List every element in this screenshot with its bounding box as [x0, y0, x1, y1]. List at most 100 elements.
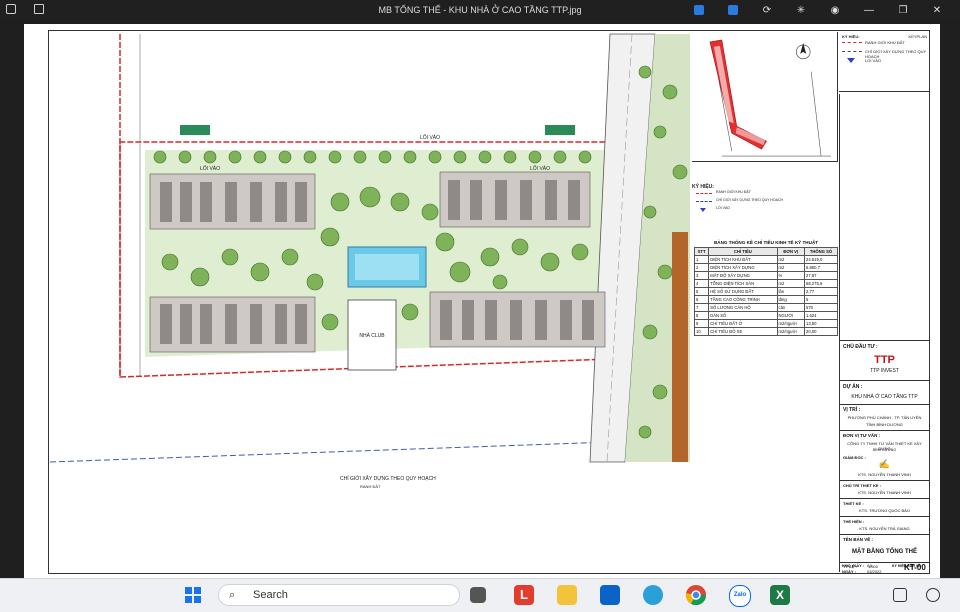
designer-icon[interactable] — [716, 3, 750, 17]
table-cell: 6.860,7 — [803, 263, 839, 272]
title-bar: MB TỔNG THỂ - KHU NHÀ Ở CAO TẦNG TTP.jpg… — [0, 0, 960, 20]
ten-ban-ve-label: TÊN BẢN VẼ : — [843, 537, 874, 542]
edge-icon[interactable] — [643, 585, 663, 605]
stats-header-don-vi: ĐƠN VỊ — [776, 247, 805, 256]
legend-top: KEYPLAN KÝ HIỆU: RANH GIỚI KHU ĐẤT CHỈ G… — [839, 32, 929, 92]
table-cell: 24.619,0 — [803, 255, 839, 264]
plan-entrance-right: LỐI VÀO — [530, 165, 550, 172]
company-logo-sub: TTP INVEST — [870, 368, 899, 374]
table-cell: 5 — [693, 287, 710, 296]
table-cell: m2 — [776, 279, 805, 288]
divider — [840, 480, 930, 481]
table-row: 4 TỔNG DIỆN TÍCH SÀN m2 68.275,6 — [693, 279, 839, 288]
du-an-label: DỰ ÁN : — [843, 384, 863, 390]
close-button[interactable]: ✕ — [920, 3, 954, 17]
plan-entrance-top: LỐI VÀO — [420, 134, 440, 141]
legend-header: KÝ HIỆU: — [842, 34, 860, 39]
ten-ban-ve-value: MẶT BẰNG TỔNG THỂ — [852, 549, 917, 555]
legend-entrance-icon — [847, 58, 855, 63]
stats-title: BẢNG THỐNG KÊ CHỈ TIÊU KINH TẾ KỸ THUẬT — [713, 240, 819, 245]
table-cell: m2 — [776, 263, 805, 272]
stats-header-chi-tieu: CHỈ TIÊU — [708, 247, 778, 256]
signature-icon: ✍ — [878, 459, 891, 469]
kyhieu-item-2: LỐI VÀO — [716, 206, 731, 210]
club-label: NHÀ CLUB — [359, 332, 385, 339]
table-cell: m2/người — [776, 327, 805, 336]
table-cell: 4 — [693, 279, 710, 288]
table-row: 9 CHỈ TIÊU ĐẤT Ởm2/người 13,50 — [693, 319, 839, 328]
divider — [840, 340, 930, 341]
table-cell: m2/người — [776, 319, 805, 328]
table-cell: DIỆN TÍCH KHU ĐẤT — [708, 255, 778, 264]
table-cell: lần — [776, 287, 805, 296]
table-cell: 6 — [693, 295, 710, 304]
table-cell: 2,77 — [803, 287, 839, 296]
table-cell: NGƯỜI — [776, 311, 805, 320]
table-row: 10 CHỈ TIÊU ĐỖ XE m2/người 20,00 — [693, 327, 839, 336]
outlook-icon[interactable] — [600, 585, 620, 605]
table-cell: % — [776, 271, 805, 280]
app-l-icon[interactable]: L — [514, 585, 534, 605]
table-cell: 7 — [693, 303, 710, 312]
kyhieu-block: KÝ HIỆU: RANH GIỚI KHU ĐẤT CHỈ GIỚI XÂY … — [692, 184, 838, 214]
thiet-ke-value: KTS. TRƯƠNG QUỐC BẢO — [859, 508, 910, 513]
excel-icon[interactable]: X — [770, 585, 790, 605]
divider — [840, 380, 930, 381]
kyhieu-item-0: RANH GIỚI KHU ĐẤT — [716, 190, 751, 194]
zalo-icon[interactable]: Zalo — [729, 585, 751, 607]
legend-item-0: RANH GIỚI KHU ĐẤT — [865, 40, 905, 45]
edit-icon[interactable] — [682, 3, 716, 17]
search-placeholder: Search — [253, 589, 288, 601]
table-cell: 68.275,6 — [803, 279, 839, 288]
chu-tri-label: CHỦ TRÌ THIẾT KẾ : — [843, 483, 881, 488]
company-logo: TTP — [874, 354, 895, 366]
vi-tri-line-1: PHƯỜNG PHÚ CHÁNH - TP. TÂN UYÊN — [847, 415, 922, 420]
stats-header-thong-so: THÔNG SỐ — [803, 247, 839, 256]
chrome-icon[interactable] — [685, 585, 707, 606]
table-cell: DÂN SỐ — [708, 311, 778, 320]
taskbar-search[interactable]: ⌕ Search — [218, 584, 460, 606]
ngay-label: NGÀY : — [842, 569, 856, 574]
kyhieu-item-1: CHỈ GIỚI XÂY DỰNG THEO QUY HOẠCH — [716, 198, 784, 202]
table-cell: 5 — [803, 295, 839, 304]
windows-start-icon[interactable] — [183, 585, 203, 605]
titlebar-actions: ⟳ ✳ ◉ — ❐ ✕ — [682, 3, 954, 17]
legend-item-2: LỐI VÀO — [865, 58, 882, 63]
rotate-icon[interactable]: ⟳ — [750, 3, 784, 17]
plan-boundary-note: CHỈ GIỚI XÂY DỰNG THEO QUY HOẠCH — [340, 475, 436, 482]
eye-icon[interactable]: ◉ — [818, 3, 852, 17]
legend-line-blue — [842, 51, 862, 52]
table-cell: MẬT ĐỘ XÂY DỰNG — [708, 271, 778, 280]
table-row: 3 MẬT ĐỘ XÂY DỰNG% 27,87 — [693, 271, 839, 280]
vi-tri-label: VỊ TRÍ : — [843, 407, 861, 413]
taskview-icon[interactable] — [470, 587, 486, 603]
table-cell: tầng — [776, 295, 805, 304]
drawing-sheet: NHÀ CLUB LỐI VÀO LỐI VÀO LỐI VÀO CHỈ GIỚ… — [24, 24, 940, 584]
giam-doc-value: KTS. NGUYỄN THANH VINH — [858, 472, 911, 477]
ai-icon[interactable]: ✳ — [784, 3, 818, 17]
volume-icon[interactable] — [926, 588, 940, 602]
thuc-hien-label: THỂ HIỆN : — [843, 519, 865, 524]
table-cell: 10 — [693, 327, 710, 336]
taskbar: ⌕ Search L Zalo X — [0, 578, 960, 612]
plan-entrance-left: LỐI VÀO — [200, 165, 220, 172]
divider — [840, 498, 930, 499]
ngay-value: 03/2022 — [867, 569, 882, 574]
table-cell: CHỈ TIÊU ĐỖ XE — [708, 327, 778, 336]
table-cell: m2 — [776, 255, 805, 264]
table-cell: SỐ LƯỢNG CĂN HỘ — [708, 303, 778, 312]
file-explorer-icon[interactable] — [557, 585, 577, 605]
table-cell: căn — [776, 303, 805, 312]
kho-giay-label: KHỔ GIẤY : — [842, 563, 865, 568]
minimize-button[interactable]: — — [852, 3, 886, 17]
legend-line-red — [842, 42, 862, 43]
divider — [840, 516, 930, 517]
network-icon[interactable] — [893, 588, 907, 602]
du-an-value: KHU NHÀ Ở CAO TẦNG TTP — [851, 394, 918, 400]
maximize-button[interactable]: ❐ — [886, 3, 920, 17]
keyplan-label: KEYPLAN — [908, 34, 927, 39]
thuc-hien-value: KTS. NGUYỄN TRÀ GIANG — [859, 526, 910, 531]
divider — [840, 404, 930, 405]
table-row: 1 DIỆN TÍCH KHU ĐẤT m2 24.619,0 — [693, 255, 839, 264]
table-cell: 1 — [693, 255, 710, 264]
